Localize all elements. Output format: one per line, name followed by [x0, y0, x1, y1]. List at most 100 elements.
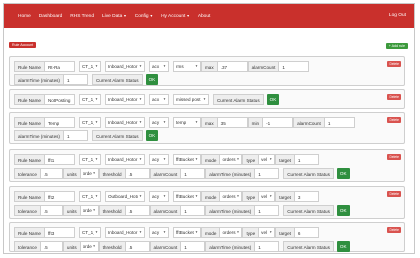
mode-select[interactable]: orders ▼ — [220, 191, 243, 202]
sensor-select[interactable]: CT_1_H▼ — [78, 227, 101, 238]
alarm-time-input[interactable]: 1 — [255, 168, 280, 179]
board-select[interactable]: Inboard_Hotor ▼ — [104, 94, 145, 105]
axis-select[interactable]: acx ▼ — [148, 94, 169, 105]
delete-button[interactable]: Delete — [387, 117, 401, 123]
sensor-select[interactable]: CT_1_H▼ — [78, 154, 101, 165]
delete-button[interactable]: Delete — [387, 227, 401, 233]
sensor-select-value: CT_1_H — [81, 120, 94, 125]
mode-label: mode — [200, 191, 221, 202]
alarm-time-input[interactable]: 1 — [255, 205, 280, 216]
tolerance-input[interactable]: .5 — [40, 205, 63, 216]
units-label: units — [62, 241, 81, 252]
metric-select[interactable]: fftBucket ▼ — [172, 227, 201, 238]
min-input[interactable]: -1 — [263, 117, 294, 128]
metric-select[interactable]: missed post ▼ — [172, 94, 209, 105]
mode-select-value: orders — [222, 157, 236, 162]
rule-row: alarmTime (minutes) 1 Current Alarm Status… — [14, 129, 159, 142]
target-input[interactable]: 1 — [294, 154, 319, 165]
type-select[interactable]: vel ▼ — [259, 191, 276, 202]
rule-account-badge: Rule Account — [9, 42, 37, 48]
nav-live-data[interactable]: Live Data▼ — [102, 14, 127, 19]
alarm-count-input[interactable]: 1 — [181, 205, 206, 216]
nav-home[interactable]: Home — [18, 14, 31, 19]
alarm-status-ok: OK — [145, 130, 159, 141]
axis-select[interactable]: acx ▼ — [148, 61, 169, 72]
units-select[interactable]: orders▼ — [80, 241, 99, 252]
board-select[interactable]: Inboard_Hotor ▼ — [104, 154, 145, 165]
delete-button[interactable]: Delete — [387, 154, 401, 160]
units-select[interactable]: orders▼ — [80, 205, 99, 216]
axis-select[interactable]: acy ▼ — [148, 191, 169, 202]
metric-select[interactable]: fftBucket ▼ — [172, 191, 201, 202]
board-select[interactable]: Inboard_Hotor ▼ — [104, 61, 145, 72]
alarm-time-input[interactable]: 1 — [255, 241, 280, 252]
delete-button[interactable]: Delete — [387, 191, 401, 197]
metric-select[interactable]: fftBucket ▼ — [172, 154, 201, 165]
units-select[interactable]: orders▼ — [80, 168, 99, 179]
threshold-input[interactable]: .5 — [125, 241, 150, 252]
threshold-input[interactable]: .5 — [125, 205, 150, 216]
tolerance-input[interactable]: .5 — [40, 241, 63, 252]
metric-select[interactable]: temp ▼ — [172, 117, 201, 128]
logout-link[interactable]: Log Out — [389, 13, 406, 18]
rule-card: DeleteRule NameNotPostingCT_1_H▼Inboard_… — [9, 89, 405, 109]
delete-button[interactable]: Delete — [387, 94, 401, 100]
sensor-select[interactable]: CT_1_H▼ — [78, 117, 101, 128]
chevron-down-icon: ▼ — [163, 120, 166, 124]
axis-select[interactable]: acy ▼ — [148, 117, 169, 128]
rule-name-input[interactable]: Rt-Ra — [44, 61, 75, 72]
alarm-count-input[interactable]: 1 — [181, 168, 206, 179]
chevron-down-icon: ▼ — [195, 230, 198, 234]
rule-name-input[interactable]: Temp — [44, 117, 75, 128]
alarm-time-input[interactable]: 1 — [63, 130, 88, 141]
tolerance-input[interactable]: .5 — [40, 168, 63, 179]
add-rule-button[interactable]: + Add rule — [385, 43, 408, 49]
mode-select[interactable]: orders ▼ — [220, 154, 243, 165]
sensor-select[interactable]: CT_1_H▼ — [78, 94, 101, 105]
axis-select-value: acx — [151, 97, 160, 102]
rule-card: Delete Rule NameRt-RaCT_1_H▼Inboard_Hotor… — [9, 56, 405, 86]
rule-name-input[interactable]: fft3 — [44, 227, 75, 238]
max-input[interactable]: .37 — [217, 61, 248, 72]
chevron-down-icon: ▼ — [92, 244, 96, 248]
type-select[interactable]: vel ▼ — [259, 227, 276, 238]
rule-name-input[interactable]: fft1 — [44, 154, 75, 165]
alarm-status-ok: OK — [336, 241, 350, 252]
chevron-down-icon: ▼ — [95, 157, 98, 161]
axis-select[interactable]: acy ▼ — [148, 154, 169, 165]
max-input[interactable]: 35 — [217, 117, 248, 128]
alarm-count-label: alarmCount — [149, 241, 182, 252]
threshold-input[interactable]: .5 — [125, 168, 150, 179]
target-input[interactable]: 6 — [294, 227, 319, 238]
board-select[interactable]: Inboard_Hotor ▼ — [104, 117, 145, 128]
board-select[interactable]: Inboard_Hotor ▼ — [104, 227, 145, 238]
type-select[interactable]: vel ▼ — [259, 154, 276, 165]
rule-card: DeleteRule Namefft2CT_1_H▼Outboard_Hotor… — [9, 186, 405, 219]
nav-dashboard[interactable]: Dashboard — [39, 14, 62, 19]
alarm-time-input[interactable]: 1 — [63, 74, 88, 85]
sensor-select[interactable]: CT_1_H▼ — [78, 191, 101, 202]
board-select[interactable]: Outboard_Hotor ▼ — [104, 191, 145, 202]
target-input[interactable]: 3 — [294, 191, 319, 202]
rule-row: Rule Namefft2CT_1_H▼Outboard_Hotor▼acy▼f… — [14, 190, 319, 203]
nav-config[interactable]: Config▼ — [135, 14, 153, 19]
chevron-down-icon: ▼ — [195, 194, 198, 198]
nav-about[interactable]: About — [198, 14, 211, 19]
rule-name-input[interactable]: NotPosting — [44, 94, 75, 105]
rule-row: Rule NameTempCT_1_H▼Inboard_Hotor▼acy▼te… — [14, 116, 355, 129]
rule-row: Rule NameRt-RaCT_1_H▼Inboard_Hotor▼acx▼r… — [14, 60, 310, 73]
mode-select[interactable]: orders ▼ — [220, 227, 243, 238]
type-label: type — [242, 191, 260, 202]
alarm-count-input[interactable]: 1 — [324, 117, 355, 128]
alarm-count-input[interactable]: 1 — [279, 61, 310, 72]
nav-rhs-trend[interactable]: RHS Trend — [70, 14, 94, 19]
delete-button[interactable]: Delete — [387, 61, 401, 67]
metric-select[interactable]: rms ▼ — [172, 61, 201, 72]
rule-name-input[interactable]: fft2 — [44, 191, 75, 202]
nav-account[interactable]: Hy Account▼ — [161, 14, 190, 19]
alarm-count-input[interactable]: 1 — [181, 241, 206, 252]
rule-row: tolerance.5unitsorders▼threshold.5alarmC… — [14, 167, 350, 180]
axis-select[interactable]: acy ▼ — [148, 227, 169, 238]
max-label: max — [200, 61, 218, 72]
sensor-select[interactable]: CT_1_H▼ — [78, 61, 101, 72]
